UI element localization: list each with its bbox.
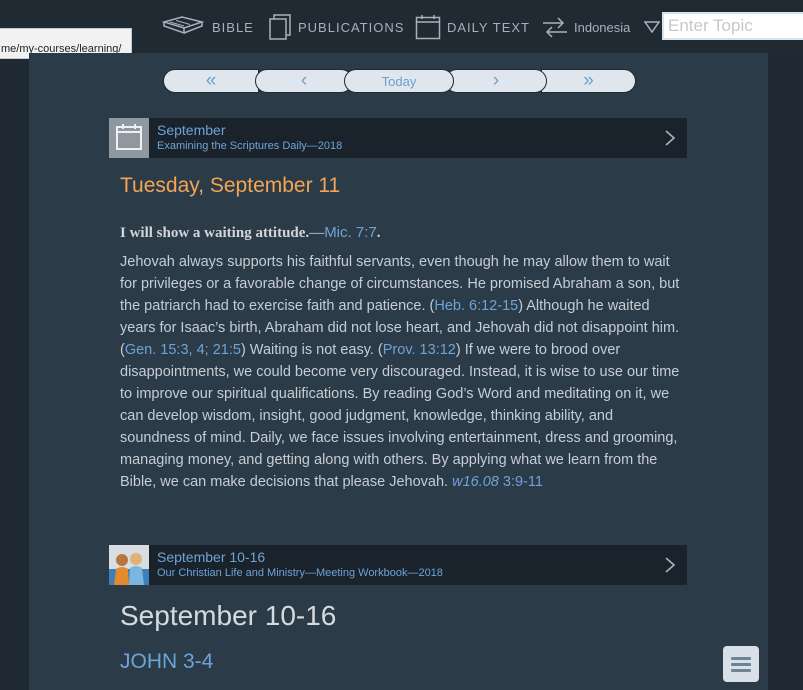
language-selector[interactable]: Indonesia	[542, 10, 661, 44]
open-book-icon	[162, 16, 206, 38]
week-title: September 10-16	[120, 600, 337, 631]
hamburger-menu-icon	[731, 669, 751, 672]
language-label: Indonesia	[574, 19, 631, 35]
bible-reading-link[interactable]: JOHN 3-4	[120, 650, 213, 674]
previous-day-button[interactable]: ‹	[255, 69, 353, 93]
hamburger-menu-icon	[731, 663, 751, 666]
meeting-workbook-header[interactable]: September 10-16 Our Christian Life and M…	[109, 545, 687, 585]
chevron-right-icon	[665, 130, 676, 151]
daily-text-header-title: September	[157, 122, 226, 138]
source-reference-link[interactable]: w16.08	[452, 474, 499, 490]
theme-scripture: I will show a waiting attitude.—Mic. 7:7…	[120, 224, 380, 242]
language-arrows-icon	[542, 16, 568, 38]
date-heading: Tuesday, September 11	[120, 174, 341, 197]
first-day-button[interactable]: «	[163, 69, 259, 93]
theme-scripture-link[interactable]: Mic. 7:7	[324, 224, 377, 241]
workbook-header-subtitle: Our Christian Life and Ministry—Meeting …	[157, 567, 443, 579]
daily-text-commentary: Jehovah always supports his faithful ser…	[120, 251, 682, 493]
calendar-thumbnail-icon	[109, 118, 149, 158]
chevron-right-icon	[665, 557, 676, 578]
scripture-link-heb[interactable]: Heb. 6:12-15	[434, 298, 518, 314]
scripture-link-prov[interactable]: Prov. 13:12	[383, 342, 456, 358]
workbook-thumbnail-image	[109, 545, 149, 585]
last-day-button[interactable]: »	[541, 69, 636, 93]
publications-icon	[268, 14, 292, 40]
nav-publications-label: PUBLICATIONS	[298, 19, 405, 35]
nav-daily-text-label: DAILY TEXT	[447, 19, 530, 35]
commentary-text: ) Waiting is not easy. (	[240, 342, 383, 358]
next-day-button[interactable]: ›	[445, 69, 547, 93]
today-button[interactable]: Today	[344, 69, 454, 93]
theme-period: .	[376, 225, 381, 241]
date-pager: « » ‹ › Today	[163, 69, 636, 93]
daily-text-header-subtitle: Examining the Scriptures Daily—2018	[157, 140, 343, 152]
calendar-icon	[415, 14, 441, 40]
chevron-down-icon	[644, 21, 661, 33]
hamburger-menu-button[interactable]	[723, 646, 759, 682]
nav-bible[interactable]: BIBLE	[162, 10, 254, 44]
daily-text-publication-header[interactable]: September Examining the Scriptures Daily…	[109, 118, 687, 158]
nav-publications[interactable]: PUBLICATIONS	[268, 10, 404, 44]
theme-text: I will show a waiting attitude.	[120, 225, 310, 241]
source-reference-paragraphs[interactable]: 3:9-11	[499, 474, 543, 490]
scripture-link-gen[interactable]: Gen. 15:3, 4; 21:5	[125, 342, 241, 358]
theme-dash: —	[309, 225, 325, 241]
nav-daily-text[interactable]: DAILY TEXT	[415, 10, 530, 44]
workbook-header-title: September 10-16	[157, 549, 266, 565]
hamburger-menu-icon	[731, 657, 751, 660]
nav-bible-label: BIBLE	[212, 19, 254, 35]
commentary-text: ) If we were to brood over disappointmen…	[120, 342, 680, 490]
topic-search-input[interactable]	[662, 12, 803, 40]
